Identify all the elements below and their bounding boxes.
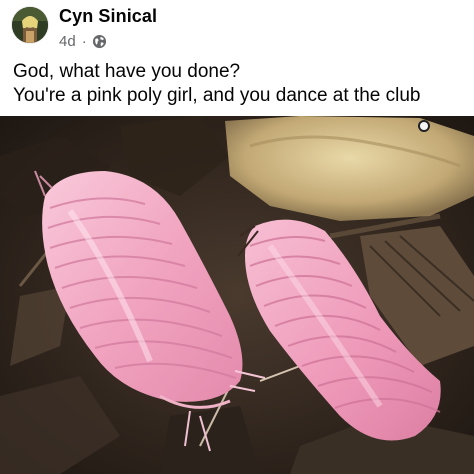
post-text-line-2: You're a pink poly girl, and you dance a… bbox=[13, 85, 421, 106]
facebook-post: Cyn Sinical 4d · God, what have you done… bbox=[0, 0, 474, 474]
post-photo[interactable] bbox=[0, 116, 474, 474]
avatar-image bbox=[12, 7, 48, 43]
post-text: God, what have you done? You're a pink p… bbox=[13, 60, 468, 108]
post-text-line-1: God, what have you done? bbox=[13, 61, 241, 82]
globe-icon[interactable] bbox=[92, 34, 107, 49]
meta-separator: · bbox=[81, 32, 87, 50]
pink-isopods-photo bbox=[0, 116, 474, 474]
author-avatar[interactable] bbox=[12, 7, 48, 43]
author-name[interactable]: Cyn Sinical bbox=[59, 6, 157, 27]
post-timestamp[interactable]: 4d bbox=[59, 33, 76, 50]
post-meta: 4d · bbox=[59, 31, 107, 51]
post-header: Cyn Sinical 4d · bbox=[0, 0, 474, 56]
